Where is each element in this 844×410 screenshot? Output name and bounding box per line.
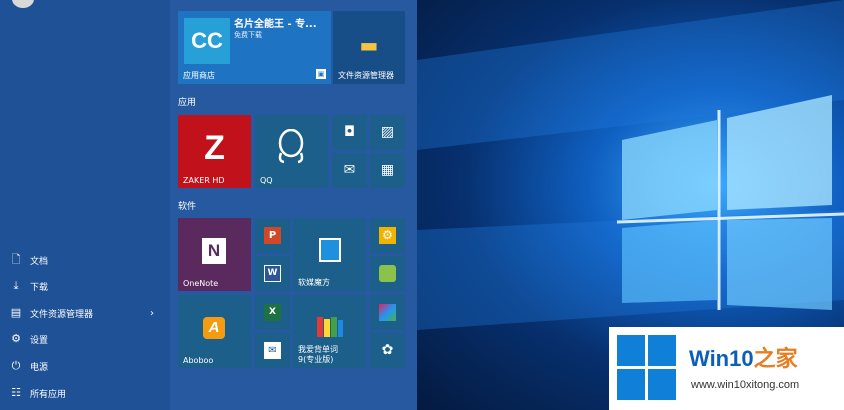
tile-label: 软媒魔方 <box>298 278 330 287</box>
nav-file-explorer[interactable]: ▤ 文件资源管理器 › <box>0 301 168 325</box>
zaker-logo-icon: Z <box>204 129 225 167</box>
tile-label: OneNote <box>183 279 219 288</box>
nav-label: 所有应用 <box>30 389 67 400</box>
all-apps-icon: ☷ <box>11 386 21 399</box>
word-tile[interactable]: W <box>255 256 290 291</box>
qq-penguin-icon <box>278 129 304 164</box>
store-tile[interactable]: CC 名片全能王 - 专... 免费下载 应用商店 ▣ <box>178 11 331 84</box>
nav-downloads[interactable]: ⤓ 下载 <box>0 274 168 298</box>
aboboo-tile[interactable]: A Aboboo <box>178 295 251 368</box>
nav-documents[interactable]: 🗋 文档 <box>0 248 168 272</box>
camera-tile[interactable]: ◘ <box>332 115 367 150</box>
zaker-tile[interactable]: Z ZAKER HD <box>178 115 251 188</box>
tile-label: 应用商店 <box>183 71 215 80</box>
onenote-logo-icon: N <box>202 238 226 264</box>
nav-label: 电源 <box>30 362 49 373</box>
aboboo-logo-icon: A <box>203 317 225 339</box>
power-icon: ⏻ <box>11 359 21 372</box>
misc-app-tile[interactable]: ✿ <box>370 333 405 368</box>
nav-label: 下载 <box>30 282 49 293</box>
download-icon: ⤓ <box>13 279 19 292</box>
nav-label: 文档 <box>30 256 49 267</box>
gear-icon: ⚙ <box>11 332 21 345</box>
camera-icon: ◘ <box>343 124 356 140</box>
file-explorer-tile[interactable]: ▬ 文件资源管理器 <box>333 11 405 84</box>
camcard-logo-icon: CC <box>184 18 230 64</box>
gear-icon: ⚙ <box>379 227 396 244</box>
watermark-title: Win10之家 <box>689 341 798 373</box>
tile-label: Aboboo <box>183 356 214 365</box>
store-bag-icon: ▣ <box>316 69 326 79</box>
nav-power[interactable]: ⏻ 电源 <box>0 354 168 378</box>
watermark-logo: Win10之家 www.win10xitong.com <box>609 327 844 410</box>
watermark-title-a: Win10 <box>689 346 754 371</box>
qq-tile[interactable]: QQ <box>255 115 328 188</box>
tile-label: QQ <box>260 176 273 185</box>
mail-icon: ✉ <box>343 162 356 178</box>
vocab-tile[interactable]: 我爱背单词 9(专业版) <box>293 295 366 368</box>
watermark-title-b: 之家 <box>753 346 798 371</box>
softmagic-tile[interactable]: 软媒魔方 <box>293 218 366 291</box>
folder-icon: ▬ <box>359 33 379 57</box>
tile-label: 文件资源管理器 <box>338 71 394 80</box>
settings-app-tile[interactable]: ⚙ <box>370 218 405 253</box>
tile-label: 我爱背单词 9(专业版) <box>298 345 338 364</box>
android-app-icon <box>379 265 396 282</box>
calculator-tile[interactable]: ▦ <box>370 153 405 188</box>
powerpoint-icon: P <box>264 227 281 244</box>
paint-tile[interactable] <box>370 295 405 330</box>
books-icon <box>317 317 343 337</box>
calculator-icon: ▦ <box>380 162 395 178</box>
photos-tile[interactable]: ▨ <box>370 115 405 150</box>
nav-settings[interactable]: ⚙ 设置 <box>0 327 168 351</box>
word-icon: W <box>264 265 281 282</box>
document-icon: 🗋 <box>11 253 21 266</box>
android-tile[interactable] <box>370 256 405 291</box>
store-app-subtitle: 免费下载 <box>234 31 262 39</box>
store-app-title: 名片全能王 - 专... <box>234 19 317 30</box>
nav-all-apps[interactable]: ☷ 所有应用 <box>0 381 168 405</box>
nav-label: 文件资源管理器 <box>30 309 94 320</box>
file-explorer-icon: ▤ <box>10 306 22 319</box>
watermark-url: www.win10xitong.com <box>691 379 800 391</box>
softmagic-cube-icon <box>319 238 341 262</box>
chevron-right-icon[interactable]: › <box>150 308 154 319</box>
paint-app-icon <box>379 304 396 321</box>
onenote-tile[interactable]: N OneNote <box>178 218 251 291</box>
mail-tile[interactable]: ✉ <box>332 153 367 188</box>
nav-label: 设置 <box>30 335 49 346</box>
tile-label: ZAKER HD <box>183 176 225 185</box>
group-label-software: 软件 <box>178 202 197 212</box>
user-avatar[interactable] <box>12 0 34 8</box>
outlook-icon: ✉ <box>264 342 281 359</box>
windows-logo-icon <box>617 335 677 401</box>
excel-tile[interactable]: X <box>255 295 290 330</box>
outlook-tile[interactable]: ✉ <box>255 333 290 368</box>
powerpoint-tile[interactable]: P <box>255 218 290 253</box>
flower-icon: ✿ <box>381 342 394 358</box>
excel-icon: X <box>264 304 281 321</box>
start-left-column: 🗋 文档 ⤓ 下载 ▤ 文件资源管理器 › ⚙ 设置 ⏻ 电源 ☷ 所有应用 <box>0 0 170 410</box>
photos-icon: ▨ <box>380 124 395 140</box>
start-menu: 🗋 文档 ⤓ 下载 ▤ 文件资源管理器 › ⚙ 设置 ⏻ 电源 ☷ 所有应用 C… <box>0 0 417 410</box>
group-label-apps: 应用 <box>178 98 197 108</box>
